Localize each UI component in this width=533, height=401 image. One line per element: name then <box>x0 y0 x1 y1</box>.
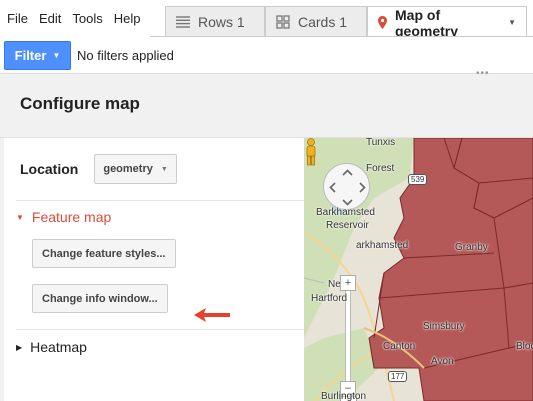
location-select[interactable]: geometry ▼ <box>94 154 177 184</box>
heatmap-section[interactable]: ▶ Heatmap <box>16 338 87 356</box>
chevron-down-icon: ▼ <box>52 51 61 60</box>
map-label-reservoir: Reservoir <box>326 220 369 231</box>
change-info-window-button[interactable]: Change info window... <box>32 284 168 313</box>
filter-bar: Filter ▼ No filters applied <box>0 37 533 74</box>
feature-map-section[interactable]: ▼ Feature map <box>16 208 111 226</box>
tab-rows[interactable]: Rows 1 <box>165 6 265 37</box>
map-label-bloomfield: Bloomfie <box>516 341 533 352</box>
page-title: Configure map <box>20 94 140 113</box>
map-label-barkhamsted: Barkhamsted <box>316 207 375 218</box>
filter-button-label: Filter <box>14 48 47 63</box>
cards-icon <box>276 15 290 29</box>
red-arrow-icon <box>194 308 230 322</box>
heatmap-label: Heatmap <box>30 339 87 355</box>
location-label: Location <box>20 161 79 177</box>
map-label-burlington: Burlington <box>321 391 367 401</box>
route-539-shield: 539 <box>408 174 428 185</box>
filter-status: No filters applied <box>77 48 174 63</box>
location-value: geometry <box>103 163 153 175</box>
tab-cards[interactable]: Cards 1 <box>265 6 367 37</box>
map-label-simsbury: Simsbury <box>423 321 465 332</box>
map-label-avon: Avon <box>431 356 454 367</box>
map-label-tunxis: Tunxis <box>366 138 396 148</box>
pan-control[interactable] <box>323 163 370 210</box>
change-feature-styles-button[interactable]: Change feature styles... <box>32 239 176 268</box>
zoom-in-button[interactable]: + <box>340 275 356 291</box>
divider <box>16 200 304 201</box>
chevron-down-icon[interactable]: ▼ <box>508 18 516 27</box>
menu-edit[interactable]: Edit <box>35 0 65 37</box>
location-row: Location geometry ▼ <box>20 154 177 184</box>
tab-cards-label: Cards 1 <box>298 14 348 30</box>
menu-tools[interactable]: Tools <box>68 0 106 37</box>
zoom-slider[interactable] <box>345 291 351 381</box>
map-label-forest: Forest <box>366 163 395 174</box>
triangle-right-icon: ▶ <box>16 342 23 352</box>
feature-map-label: Feature map <box>31 209 112 225</box>
menu-bar: File Edit Tools Help <box>0 0 144 37</box>
tab-map-label: Map of geometry <box>395 6 459 39</box>
map-label-canton: Canton <box>383 341 416 352</box>
pegman-icon[interactable] <box>304 138 318 166</box>
tab-rows-label: Rows 1 <box>198 14 245 30</box>
change-info-window-label: Change info window... <box>42 292 158 305</box>
route-177-shield: 177 <box>388 371 408 382</box>
filter-button[interactable]: Filter ▼ <box>4 41 71 70</box>
map-label-new: Ne <box>328 279 341 290</box>
config-options: Location geometry ▼ ▼ Feature map Change… <box>4 138 304 401</box>
change-feature-styles-label: Change feature styles... <box>42 247 166 260</box>
map-pin-icon <box>378 16 387 29</box>
map-label-granby: Granby <box>455 242 488 253</box>
rows-icon <box>176 16 190 28</box>
chevron-down-icon: ▼ <box>160 165 168 173</box>
divider <box>16 329 304 330</box>
tab-map-of-geometry[interactable]: Map of geometry ▼ <box>367 6 527 39</box>
top-bar: File Edit Tools Help Rows 1 Cards 1 Map … <box>0 0 533 39</box>
triangle-down-icon: ▼ <box>16 212 24 222</box>
config-header: Configure map <box>0 74 533 138</box>
map-view[interactable]: + – Tunxis Forest Barkhamsted Reservoir … <box>304 138 533 401</box>
map-label-barkhamsted-town: arkhamsted <box>356 240 409 251</box>
menu-help[interactable]: Help <box>110 0 145 37</box>
map-label-hartford: Hartford <box>311 293 348 304</box>
menu-file[interactable]: File <box>3 0 32 37</box>
